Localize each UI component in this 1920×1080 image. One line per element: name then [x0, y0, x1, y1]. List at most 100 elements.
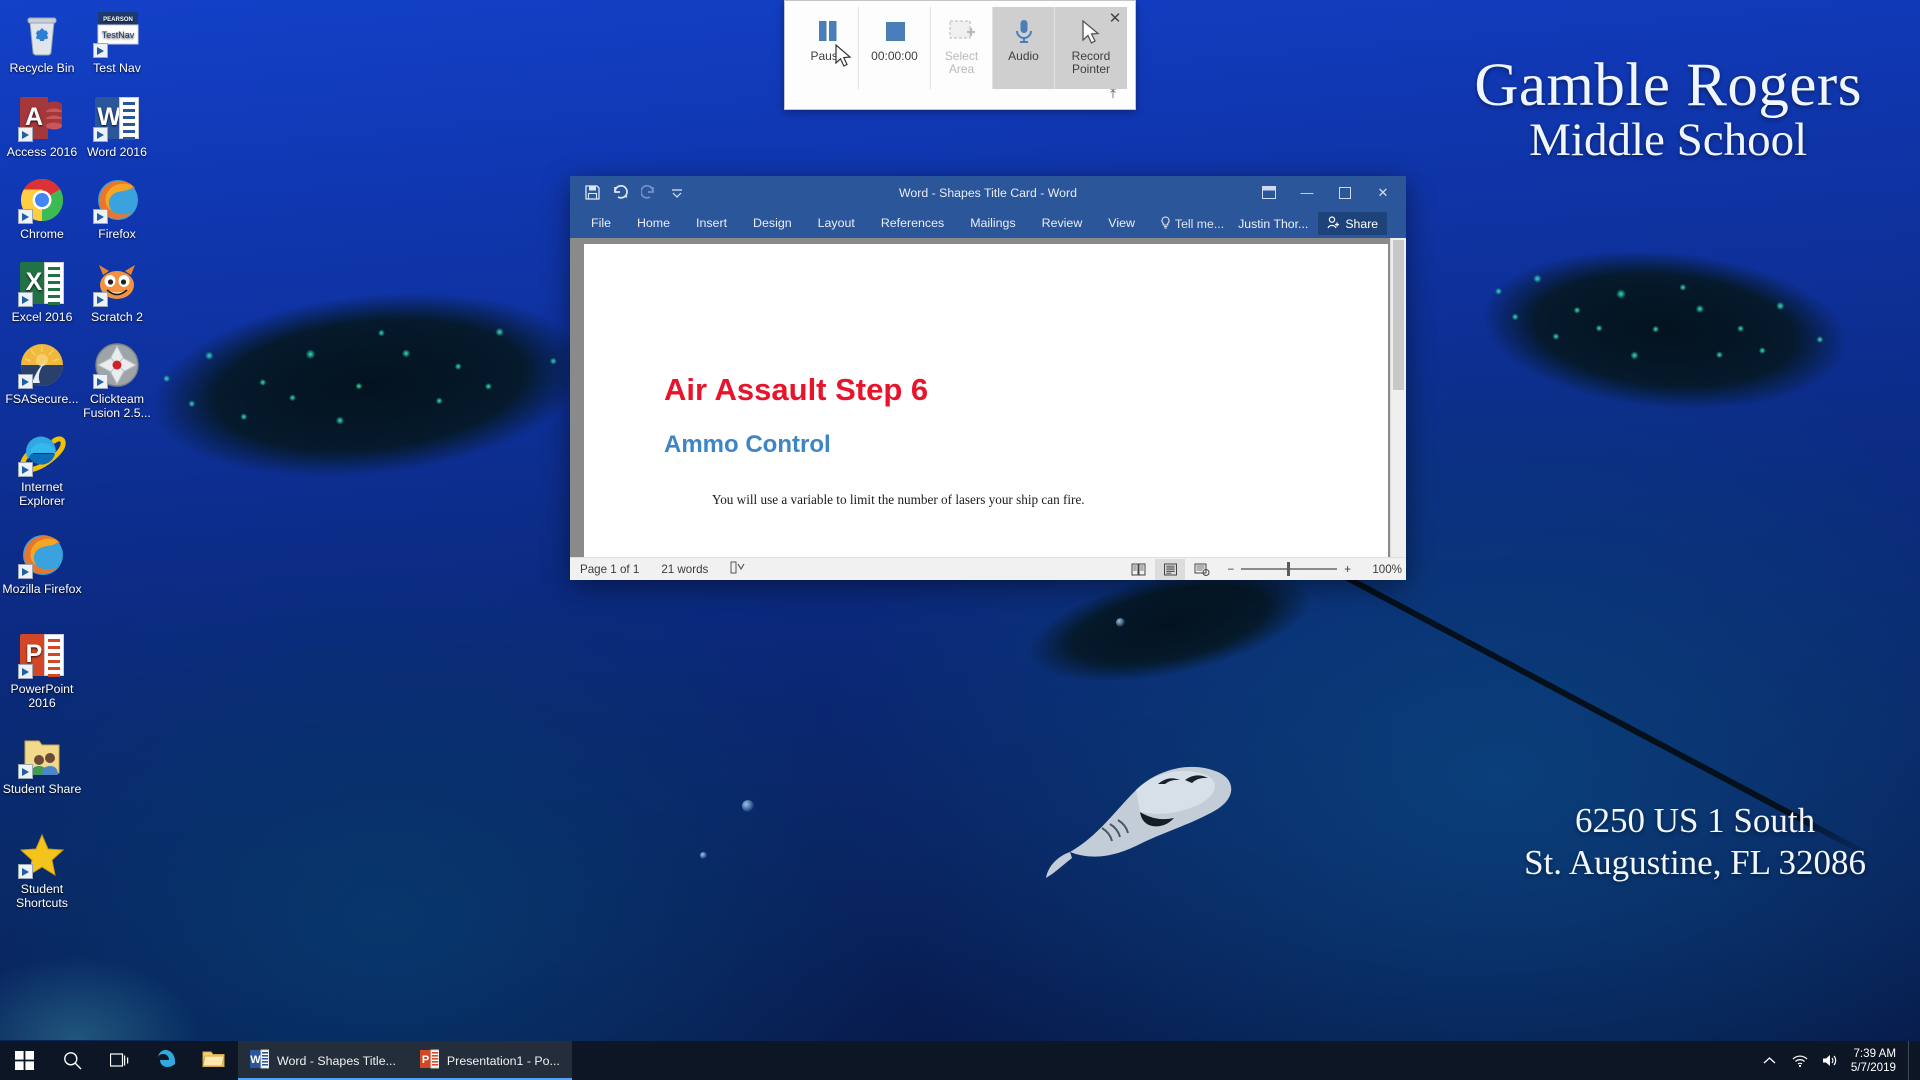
zoom-out-button[interactable]: −: [1227, 563, 1234, 576]
pin-toolbar-button[interactable]: ⤒: [1105, 87, 1121, 103]
taskbar-window-label: Presentation1 - Po...: [446, 1053, 560, 1068]
desktop-icon-scratch-2[interactable]: Scratch 2: [75, 259, 159, 325]
desktop-icon-recycle-bin[interactable]: Recycle Bin: [0, 10, 84, 76]
desktop-icon-label: Recycle Bin: [9, 61, 75, 75]
zoom-control[interactable]: − + 100%: [1227, 562, 1402, 576]
zoom-in-button[interactable]: +: [1344, 563, 1351, 576]
scrollbar-thumb[interactable]: [1393, 240, 1404, 390]
tab-file[interactable]: File: [578, 209, 624, 238]
wallpaper-address-line2: St. Augustine, FL 32086: [1524, 843, 1866, 883]
desktop-icon-test-nav[interactable]: PEARSON TestNav Test Nav: [75, 10, 159, 76]
desktop[interactable]: Gamble Rogers Middle School 6250 US 1 So…: [0, 0, 1920, 1080]
bubble-decoration: [1116, 618, 1125, 627]
volume-icon[interactable]: [1815, 1041, 1845, 1080]
redo-icon[interactable]: [640, 184, 657, 201]
document-scrollbar[interactable]: [1390, 238, 1406, 557]
taskbar[interactable]: W Word - Shapes Title... P Presentation1…: [0, 1041, 1920, 1080]
proofing-errors-icon[interactable]: [730, 561, 745, 577]
audio-toggle-button[interactable]: Audio: [993, 7, 1055, 89]
save-icon[interactable]: [584, 184, 601, 201]
tab-insert[interactable]: Insert: [683, 209, 740, 238]
desktop-icon-chrome[interactable]: Chrome: [0, 176, 84, 242]
tab-home[interactable]: Home: [624, 209, 683, 238]
zoom-level-label[interactable]: 100%: [1362, 563, 1402, 576]
network-wifi-icon[interactable]: [1785, 1041, 1815, 1080]
firefox-icon: [93, 176, 141, 224]
desktop-icon-word-2016[interactable]: W Word 2016: [75, 94, 159, 160]
tab-view[interactable]: View: [1095, 209, 1148, 238]
desktop-icon-access-2016[interactable]: A Access 2016: [0, 94, 84, 160]
desktop-icon-label: Firefox: [98, 227, 136, 241]
page-indicator[interactable]: Page 1 of 1: [580, 563, 639, 576]
shortcut-overlay-icon: [18, 127, 33, 142]
print-layout-view-button[interactable]: [1155, 558, 1186, 580]
shortcut-overlay-icon: [18, 374, 33, 389]
tab-layout[interactable]: Layout: [805, 209, 868, 238]
clock[interactable]: 7:39 AM 5/7/2019: [1845, 1047, 1908, 1075]
undo-icon[interactable]: [612, 184, 629, 201]
desktop-icon-clickteam-fusion[interactable]: Clickteam Fusion 2.5...: [75, 341, 159, 420]
ribbon-display-options-button[interactable]: [1250, 176, 1288, 209]
desktop-icon-firefox[interactable]: Firefox: [75, 176, 159, 242]
word-count[interactable]: 21 words: [661, 563, 708, 576]
taskbar-pinned-file-explorer[interactable]: [190, 1041, 238, 1080]
taskbar-window-word[interactable]: W Word - Shapes Title...: [238, 1041, 408, 1080]
pause-recording-button[interactable]: Pause: [797, 7, 859, 89]
start-button[interactable]: [0, 1041, 48, 1080]
word-2016-icon: W: [93, 94, 141, 142]
select-area-icon: [948, 15, 976, 49]
desktop-icon-internet-explorer[interactable]: Internet Explorer: [0, 429, 84, 508]
tell-me-search[interactable]: Tell me...: [1160, 215, 1224, 232]
show-desktop-button[interactable]: [1908, 1041, 1916, 1080]
desktop-icon-excel-2016[interactable]: X Excel 2016: [0, 259, 84, 325]
desktop-icon-mozilla-firefox[interactable]: Mozilla Firefox: [0, 531, 84, 597]
document-title: Air Assault Step 6: [664, 372, 929, 407]
restore-button[interactable]: [1326, 176, 1364, 209]
task-view-icon[interactable]: [96, 1041, 144, 1080]
tab-review[interactable]: Review: [1029, 209, 1096, 238]
desktop-icon-label: FSASecure...: [5, 392, 79, 406]
word-window[interactable]: Word - Shapes Title Card - Word — ✕ File…: [570, 176, 1406, 580]
show-hidden-icons-button[interactable]: [1755, 1041, 1785, 1080]
screen-recording-toolbar[interactable]: Pause 00:00:00 Select Area Audio Record …: [784, 0, 1136, 110]
word-document-area[interactable]: Air Assault Step 6 Ammo Control You will…: [570, 238, 1406, 557]
select-area-button[interactable]: Select Area: [931, 7, 993, 89]
clock-time: 7:39 AM: [1853, 1046, 1896, 1060]
customize-quick-access-icon[interactable]: [668, 184, 685, 201]
svg-text:PEARSON: PEARSON: [103, 17, 133, 23]
wallpaper-school-line1: Gamble Rogers: [1474, 52, 1862, 119]
svg-text:TestNav: TestNav: [102, 30, 135, 40]
minimize-button[interactable]: —: [1288, 176, 1326, 209]
desktop-icon-student-shortcuts[interactable]: Student Shortcuts: [0, 831, 84, 910]
signed-in-user[interactable]: Justin Thor...: [1238, 217, 1308, 231]
share-button[interactable]: Share: [1318, 212, 1388, 235]
status-bar-right: − + 100%: [1123, 558, 1402, 580]
zoom-slider[interactable]: [1241, 562, 1338, 576]
taskbar-window-powerpoint[interactable]: P Presentation1 - Po...: [407, 1041, 572, 1080]
pearson-testnav-icon: PEARSON TestNav: [93, 10, 141, 58]
desktop-icon-fsa-secure[interactable]: FSASecure...: [0, 341, 84, 407]
excel-2016-icon: X: [18, 259, 66, 307]
search-icon[interactable]: [48, 1041, 96, 1080]
word-status-bar: Page 1 of 1 21 words − + 100%: [570, 557, 1406, 580]
tab-references[interactable]: References: [868, 209, 957, 238]
taskbar-window-label: Word - Shapes Title...: [277, 1053, 396, 1068]
stop-icon: [882, 15, 908, 49]
web-layout-view-button[interactable]: [1187, 559, 1217, 580]
read-mode-view-button[interactable]: [1123, 559, 1153, 580]
close-recording-toolbar-button[interactable]: ✕: [1107, 11, 1123, 27]
desktop-icon-label: Clickteam Fusion 2.5...: [83, 392, 151, 420]
word-title-bar[interactable]: Word - Shapes Title Card - Word — ✕: [570, 176, 1406, 209]
shortcut-overlay-icon: [18, 564, 33, 579]
tab-mailings[interactable]: Mailings: [957, 209, 1028, 238]
word-document-page[interactable]: Air Assault Step 6 Ammo Control You will…: [584, 244, 1388, 557]
desktop-icon-powerpoint-2016[interactable]: P PowerPoint 2016: [0, 631, 84, 710]
clock-date: 5/7/2019: [1850, 1060, 1896, 1074]
close-button[interactable]: ✕: [1364, 176, 1402, 209]
desktop-icon-student-share[interactable]: Student Share: [0, 731, 84, 797]
taskbar-pinned-edge[interactable]: [144, 1041, 190, 1080]
mozilla-firefox-icon: [18, 531, 66, 579]
zoom-slider-thumb[interactable]: [1287, 562, 1291, 576]
stop-recording-button[interactable]: 00:00:00: [859, 7, 931, 89]
tab-design[interactable]: Design: [740, 209, 805, 238]
